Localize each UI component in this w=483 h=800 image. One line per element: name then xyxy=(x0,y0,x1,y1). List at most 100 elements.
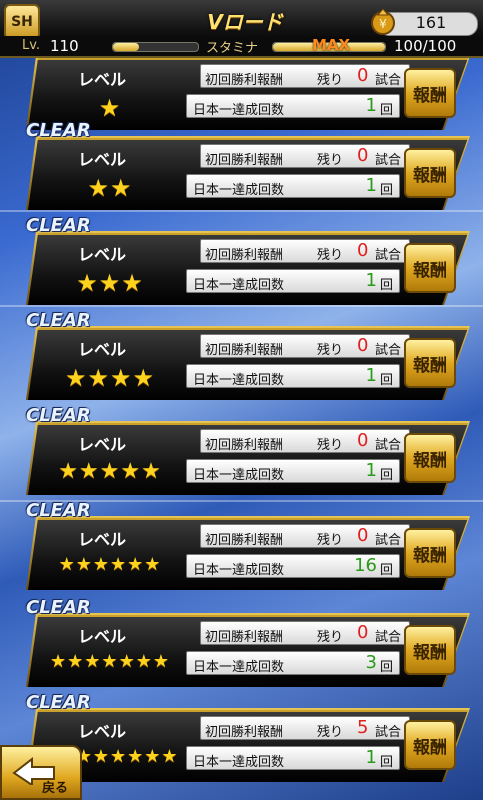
times-unit: 回 xyxy=(379,468,393,483)
remaining-matches: 0 xyxy=(357,240,369,261)
championship-count-label: 日本一達成回数 xyxy=(193,468,285,483)
championship-count-label: 日本一達成回数 xyxy=(193,183,285,198)
remaining-label: 残り xyxy=(317,438,344,453)
remaining-matches: 0 xyxy=(357,65,369,86)
remaining-matches: 0 xyxy=(357,430,369,451)
star-rating: ★ xyxy=(98,94,122,122)
page-title: Vロード xyxy=(207,10,283,34)
exp-bar-fill xyxy=(113,43,139,51)
coin-count: 161 xyxy=(415,13,447,32)
back-button-label: 戻る xyxy=(42,781,69,796)
level-label: Lv. xyxy=(22,38,41,53)
first-win-reward-label: 初回勝利報酬 xyxy=(205,73,284,88)
coin-bag-icon: ¥ xyxy=(371,8,395,35)
back-button[interactable]: 戻る xyxy=(0,745,82,800)
times-unit: 回 xyxy=(379,278,393,293)
matches-unit: 試合 xyxy=(375,725,402,740)
championship-count: 1 xyxy=(365,175,377,196)
level-label: レベル xyxy=(78,70,127,89)
reward-button[interactable]: 報酬 xyxy=(404,528,456,578)
championship-count: 16 xyxy=(354,555,377,576)
star-rating: ★★★★ xyxy=(64,364,156,392)
times-unit: 回 xyxy=(379,755,393,770)
championship-count: 1 xyxy=(365,460,377,481)
reward-button[interactable]: 報酬 xyxy=(404,148,456,198)
times-unit: 回 xyxy=(379,563,393,578)
championship-count-cell: 日本一達成回数 1 回 xyxy=(186,364,400,388)
level-label: レベル xyxy=(78,530,127,549)
championship-count-cell: 日本一達成回数 1 回 xyxy=(186,269,400,293)
level-row: CLEAR レベル ★★★★★★ 初回勝利報酬 残り 0 試合 日本一達成回数 16 回報酬 xyxy=(0,500,483,596)
remaining-matches: 0 xyxy=(357,145,369,166)
reward-button[interactable]: 報酬 xyxy=(404,625,456,675)
matches-unit: 試合 xyxy=(375,153,402,168)
times-unit: 回 xyxy=(379,373,393,388)
clear-badge: CLEAR xyxy=(26,500,91,521)
stamina-value: 100/100 xyxy=(394,37,457,55)
championship-count-label: 日本一達成回数 xyxy=(193,103,285,118)
matches-unit: 試合 xyxy=(375,343,402,358)
championship-count-cell: 日本一達成回数 1 回 xyxy=(186,746,400,770)
first-win-reward-label: 初回勝利報酬 xyxy=(205,725,284,740)
level-label: レベル xyxy=(78,245,127,264)
reward-button[interactable]: 報酬 xyxy=(404,68,456,118)
exp-bar xyxy=(112,42,199,52)
matches-unit: 試合 xyxy=(375,630,402,645)
reward-button[interactable]: 報酬 xyxy=(404,338,456,388)
clear-badge: CLEAR xyxy=(26,310,91,331)
star-rating: ★★★★★★ xyxy=(58,554,162,575)
remaining-label: 残り xyxy=(317,533,344,548)
first-win-reward-label: 初回勝利報酬 xyxy=(205,343,284,358)
stamina-max-badge: MAX xyxy=(312,36,351,54)
championship-count: 1 xyxy=(365,365,377,386)
reward-button[interactable]: 報酬 xyxy=(404,720,456,770)
remaining-label: 残り xyxy=(317,248,344,263)
matches-unit: 試合 xyxy=(375,438,402,453)
championship-count: 1 xyxy=(365,95,377,116)
level-row: CLEAR レベル ★★ 初回勝利報酬 残り 0 試合 日本一達成回数 1 回報酬 xyxy=(0,120,483,216)
clear-badge: CLEAR xyxy=(26,597,91,618)
level-label: レベル xyxy=(78,340,127,359)
remaining-matches: 5 xyxy=(357,717,369,738)
first-win-reward-label: 初回勝利報酬 xyxy=(205,533,284,548)
first-win-reward-cell: 初回勝利報酬 残り 0 試合 xyxy=(200,239,410,263)
team-logo: SH xyxy=(4,4,40,40)
first-win-reward-cell: 初回勝利報酬 残り 5 試合 xyxy=(200,716,410,740)
first-win-reward-cell: 初回勝利報酬 残り 0 試合 xyxy=(200,334,410,358)
remaining-matches: 0 xyxy=(357,525,369,546)
first-win-reward-label: 初回勝利報酬 xyxy=(205,438,284,453)
clear-badge: CLEAR xyxy=(26,215,91,236)
remaining-label: 残り xyxy=(317,343,344,358)
first-win-reward-cell: 初回勝利報酬 残り 0 試合 xyxy=(200,429,410,453)
matches-unit: 試合 xyxy=(375,73,402,88)
clear-badge: CLEAR xyxy=(26,405,91,426)
remaining-matches: 0 xyxy=(357,622,369,643)
clear-badge: CLEAR xyxy=(26,692,91,713)
matches-unit: 試合 xyxy=(375,248,402,263)
svg-text:¥: ¥ xyxy=(379,17,387,31)
level-row: CLEAR レベル ★★★ 初回勝利報酬 残り 0 試合 日本一達成回数 1 回報酬 xyxy=(0,215,483,311)
first-win-reward-cell: 初回勝利報酬 残り 0 試合 xyxy=(200,64,410,88)
clear-badge: CLEAR xyxy=(26,120,91,141)
first-win-reward-cell: 初回勝利報酬 残り 0 試合 xyxy=(200,144,410,168)
times-unit: 回 xyxy=(379,660,393,675)
first-win-reward-label: 初回勝利報酬 xyxy=(205,153,284,168)
reward-button[interactable]: 報酬 xyxy=(404,243,456,293)
championship-count-label: 日本一達成回数 xyxy=(193,755,285,770)
stamina-label: スタミナ xyxy=(206,41,259,56)
level-row: CLEAR レベル ★★★★ 初回勝利報酬 残り 0 試合 日本一達成回数 1 回報酬 xyxy=(0,310,483,406)
star-rating: ★★★★★★★ xyxy=(50,651,170,672)
first-win-reward-cell: 初回勝利報酬 残り 0 試合 xyxy=(200,621,410,645)
remaining-label: 残り xyxy=(317,73,344,88)
first-win-reward-label: 初回勝利報酬 xyxy=(205,630,284,645)
level-label: レベル xyxy=(78,627,127,646)
star-rating: ★★★ xyxy=(76,269,144,297)
level-label: レベル xyxy=(78,150,127,169)
championship-count-cell: 日本一達成回数 1 回 xyxy=(186,174,400,198)
reward-button[interactable]: 報酬 xyxy=(404,433,456,483)
remaining-label: 残り xyxy=(317,630,344,645)
championship-count-cell: 日本一達成回数 1 回 xyxy=(186,94,400,118)
championship-count: 1 xyxy=(365,270,377,291)
championship-count-label: 日本一達成回数 xyxy=(193,563,285,578)
championship-count-label: 日本一達成回数 xyxy=(193,278,285,293)
